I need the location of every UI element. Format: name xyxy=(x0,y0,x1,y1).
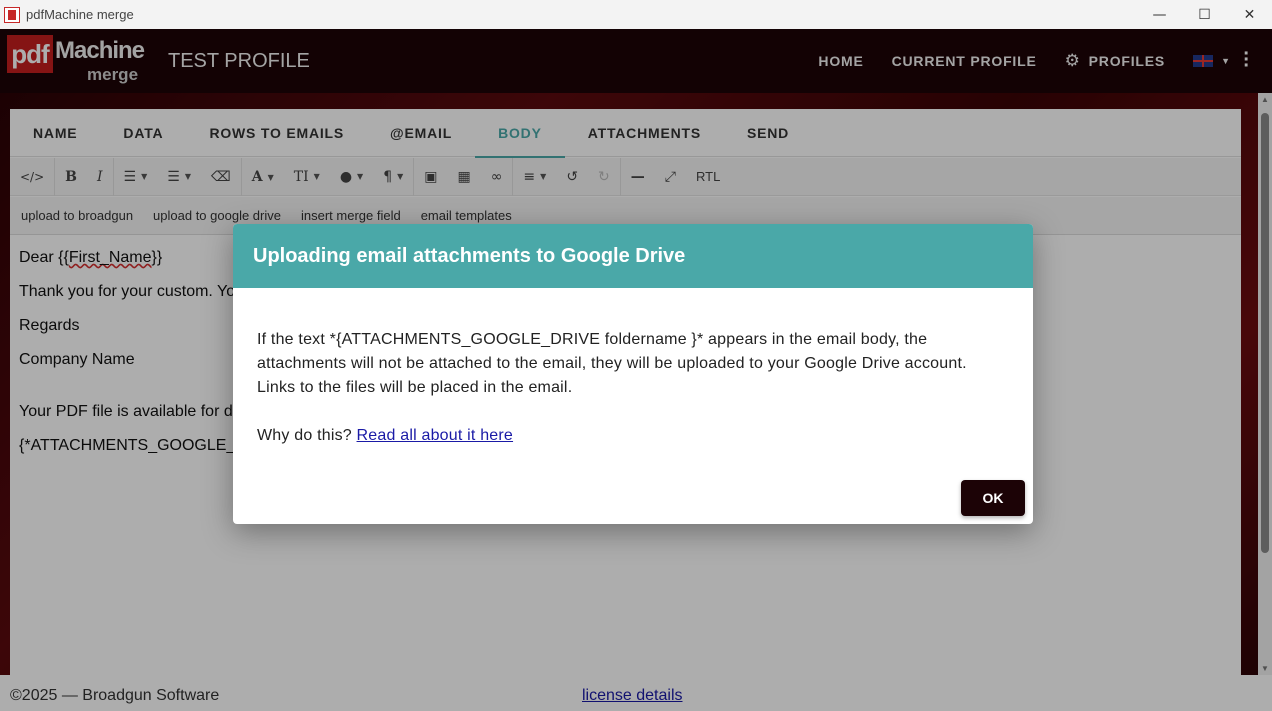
dialog-paragraph: If the text *{ATTACHMENTS_GOOGLE_DRIVE f… xyxy=(257,331,967,396)
minimize-icon[interactable]: — xyxy=(1137,0,1182,29)
maximize-icon[interactable]: ☐ xyxy=(1182,0,1227,29)
google-drive-info-dialog: Uploading email attachments to Google Dr… xyxy=(233,224,1033,524)
close-icon[interactable]: ✕ xyxy=(1227,0,1272,29)
read-all-about-it-link[interactable]: Read all about it here xyxy=(357,427,514,444)
ok-button[interactable]: OK xyxy=(961,480,1025,516)
dialog-header: Uploading email attachments to Google Dr… xyxy=(233,224,1033,288)
window-title-bar: pdfMachine merge — ☐ ✕ xyxy=(0,0,1272,29)
pdf-app-icon xyxy=(4,6,20,23)
dialog-title: Uploading email attachments to Google Dr… xyxy=(253,244,686,267)
dialog-why-line: Why do this? Read all about it here xyxy=(257,424,1009,448)
dialog-body: If the text *{ATTACHMENTS_GOOGLE_DRIVE f… xyxy=(233,288,1033,448)
dialog-why-text: Why do this? xyxy=(257,427,357,444)
window-controls: — ☐ ✕ xyxy=(1137,0,1272,29)
window-title: pdfMachine merge xyxy=(26,7,134,22)
